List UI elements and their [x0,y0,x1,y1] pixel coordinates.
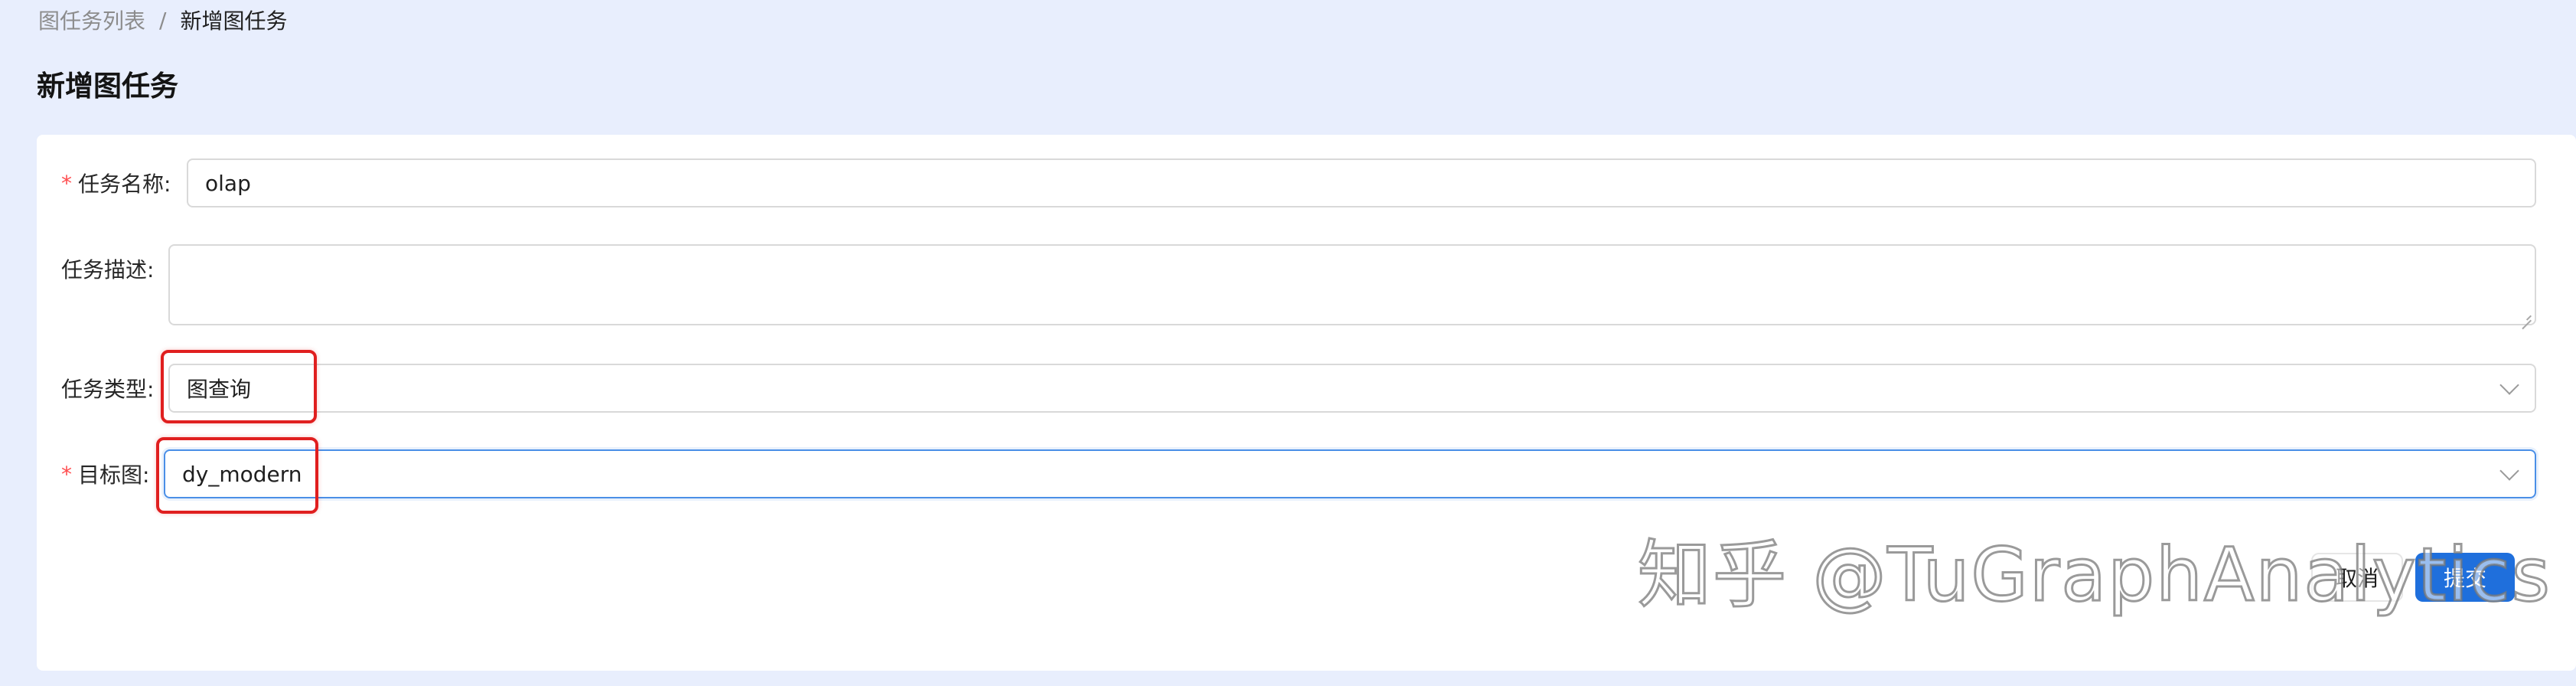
target-graph-select[interactable]: dy_modern [164,449,2536,498]
task-name-label: * 任务名称: [61,168,171,198]
target-graph-label-text: 目标图: [78,462,150,488]
task-type-value: 图查询 [187,377,252,402]
task-type-select[interactable]: 图查询 [168,364,2536,413]
chevron-down-icon [2499,375,2519,395]
task-description-textarea[interactable] [168,244,2536,325]
task-name-input[interactable]: olap [187,158,2536,207]
task-name-label-text: 任务名称: [78,172,171,197]
target-graph-value: dy_modern [182,461,302,487]
task-name-value: olap [205,170,251,196]
breadcrumb-current: 新增图任务 [180,8,288,34]
form-card: * 任务名称: olap 任务描述: 任务类型: 图查询 * 目标图: dy_m… [37,135,2576,671]
page-title: 新增图任务 [37,70,178,103]
target-graph-label: * 目标图: [61,459,149,489]
task-description-label-text: 任务描述: [61,257,155,283]
submit-button[interactable]: 提交 [2415,553,2515,602]
task-type-label-text: 任务类型: [61,377,155,402]
required-mark: * [61,461,72,487]
chevron-down-icon [2499,461,2519,481]
breadcrumb-separator: / [159,7,167,33]
resize-handle-icon[interactable] [2519,309,2532,321]
breadcrumb-link-task-list[interactable]: 图任务列表 [38,5,145,35]
breadcrumb: 图任务列表 / 新增图任务 [38,6,287,34]
task-description-label: 任务描述: [61,253,154,284]
page: 图任务列表 / 新增图任务 新增图任务 * 任务名称: olap 任务描述: 任… [0,0,2576,686]
task-type-label: 任务类型: [61,373,154,403]
cancel-button[interactable]: 取消 [2311,553,2403,602]
required-mark: * [61,170,72,196]
